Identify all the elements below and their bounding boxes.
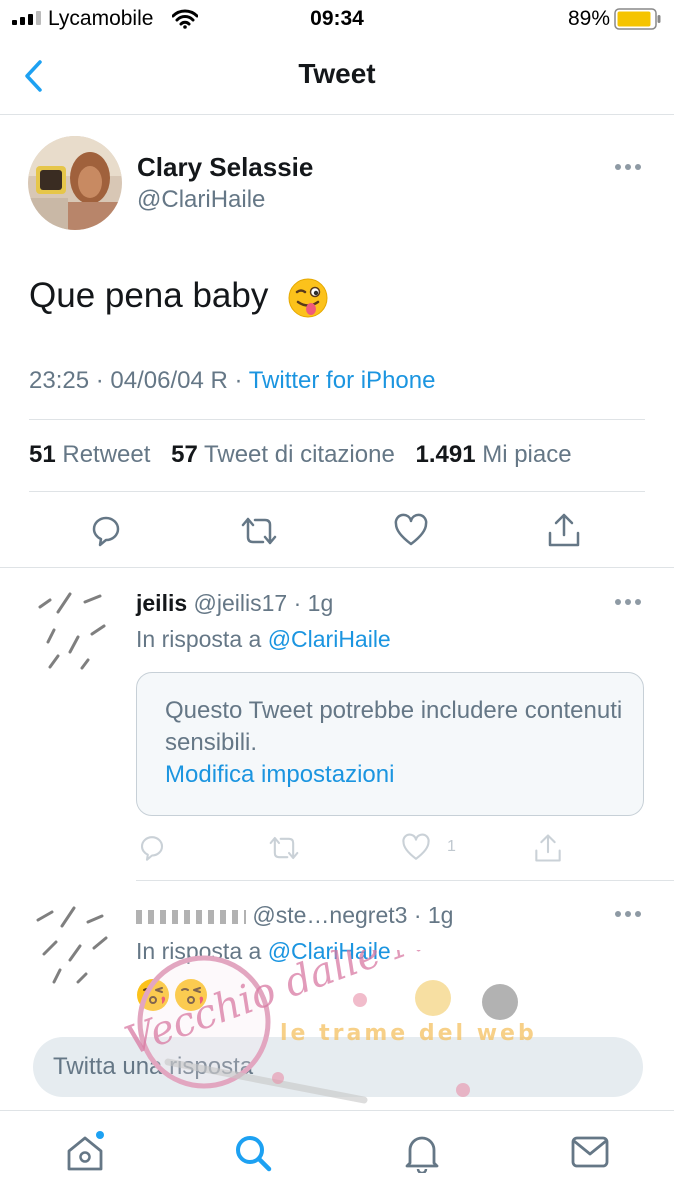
notifications-icon[interactable]	[403, 1133, 441, 1173]
author-avatar[interactable]	[28, 136, 122, 230]
divider	[136, 880, 674, 881]
divider	[29, 491, 645, 492]
compose-placeholder: Twitta una risposta	[53, 1053, 254, 1080]
sensitive-content-notice[interactable]: Questo Tweet potrebbe includere contenut…	[136, 672, 644, 816]
tab-bar	[0, 1110, 674, 1201]
page-title: Tweet	[298, 58, 376, 89]
like-heart-icon[interactable]	[393, 513, 429, 549]
reply-emojis	[136, 978, 208, 1017]
tweet-source-link[interactable]: Twitter for iPhone	[249, 367, 436, 394]
author-name[interactable]: Clary Selassie	[137, 152, 313, 183]
quotes-count: 57	[171, 441, 198, 468]
home-icon[interactable]	[64, 1133, 106, 1173]
status-bar: Lycamobile 09:34 89%	[0, 0, 674, 38]
home-notification-dot	[96, 1131, 104, 1139]
battery-icon	[614, 8, 661, 30]
divider	[0, 567, 674, 568]
reply-header: jeilis @jeilis17 · 1g	[136, 590, 333, 617]
reply-header: @ste…negret3 · 1g	[136, 902, 453, 929]
search-icon[interactable]	[233, 1133, 273, 1173]
face-throwing-kiss-icon	[175, 979, 208, 1011]
share-icon[interactable]	[546, 511, 582, 549]
quotes-label: Tweet di citazione	[204, 441, 395, 468]
sensitive-notice-text: Questo Tweet potrebbe includere contenut…	[165, 697, 623, 756]
reply-compose-field[interactable]: Twitta una risposta	[33, 1037, 643, 1097]
face-throwing-kiss-icon	[137, 979, 169, 1011]
battery-percent: 89%	[567, 7, 610, 30]
like-heart-icon[interactable]	[401, 833, 431, 863]
divider	[29, 419, 645, 420]
reply-handle-time[interactable]: @ste…negret3 · 1g	[252, 902, 453, 928]
reply-more-icon[interactable]	[615, 910, 643, 918]
messages-icon[interactable]	[570, 1133, 610, 1171]
reply-context: In risposta a @ClariHaile	[136, 938, 391, 965]
tweet-body: Que pena baby	[29, 276, 269, 315]
reply-prefix: In risposta a	[136, 938, 268, 964]
author-handle[interactable]: @ClariHaile	[137, 186, 265, 214]
reply-prefix: In risposta a	[136, 626, 268, 652]
likes-stat[interactable]: 1.491 Mi piace	[415, 441, 571, 468]
reply-mention-link[interactable]: @ClariHaile	[268, 626, 391, 652]
nav-bar: Tweet	[0, 38, 674, 115]
reply-more-icon[interactable]	[615, 598, 643, 606]
reply-author-name[interactable]: jeilis	[136, 590, 187, 616]
reply-handle-time[interactable]: @jeilis17 · 1g	[194, 590, 334, 616]
retweet-icon[interactable]	[267, 833, 301, 863]
tweet-stats: 51 Retweet 57 Tweet di citazione 1.491 M…	[29, 441, 586, 469]
reply-icon[interactable]	[88, 513, 124, 549]
likes-label: Mi piace	[482, 441, 572, 468]
share-icon[interactable]	[533, 832, 563, 864]
likes-count: 1.491	[415, 441, 476, 468]
reply-like-count: 1	[447, 838, 456, 855]
edit-settings-link[interactable]: Modifica impostazioni	[165, 761, 394, 789]
retweet-icon[interactable]	[239, 513, 279, 549]
reply-mention-link[interactable]: @ClariHaile	[268, 938, 391, 964]
tweet-more-icon[interactable]	[615, 163, 643, 171]
reply-avatar-blurred[interactable]	[30, 898, 120, 988]
tweet-meta: 23:25 · 04/06/04 R · Twitter for iPhone	[29, 367, 435, 395]
reply-author-redacted	[136, 909, 246, 924]
tweet-text: Que pena baby	[29, 276, 328, 318]
retweets-stat[interactable]: 51 Retweet	[29, 441, 150, 468]
winking-face-with-tongue-icon	[288, 278, 328, 318]
retweets-count: 51	[29, 441, 56, 468]
quotes-stat[interactable]: 57 Tweet di citazione	[171, 441, 395, 468]
tweet-timestamp: 23:25 · 04/06/04 R ·	[29, 367, 249, 394]
reply-context: In risposta a @ClariHaile	[136, 626, 391, 653]
retweets-label: Retweet	[62, 441, 151, 468]
reply-icon[interactable]	[137, 833, 167, 863]
reply-avatar-blurred[interactable]	[30, 582, 120, 672]
